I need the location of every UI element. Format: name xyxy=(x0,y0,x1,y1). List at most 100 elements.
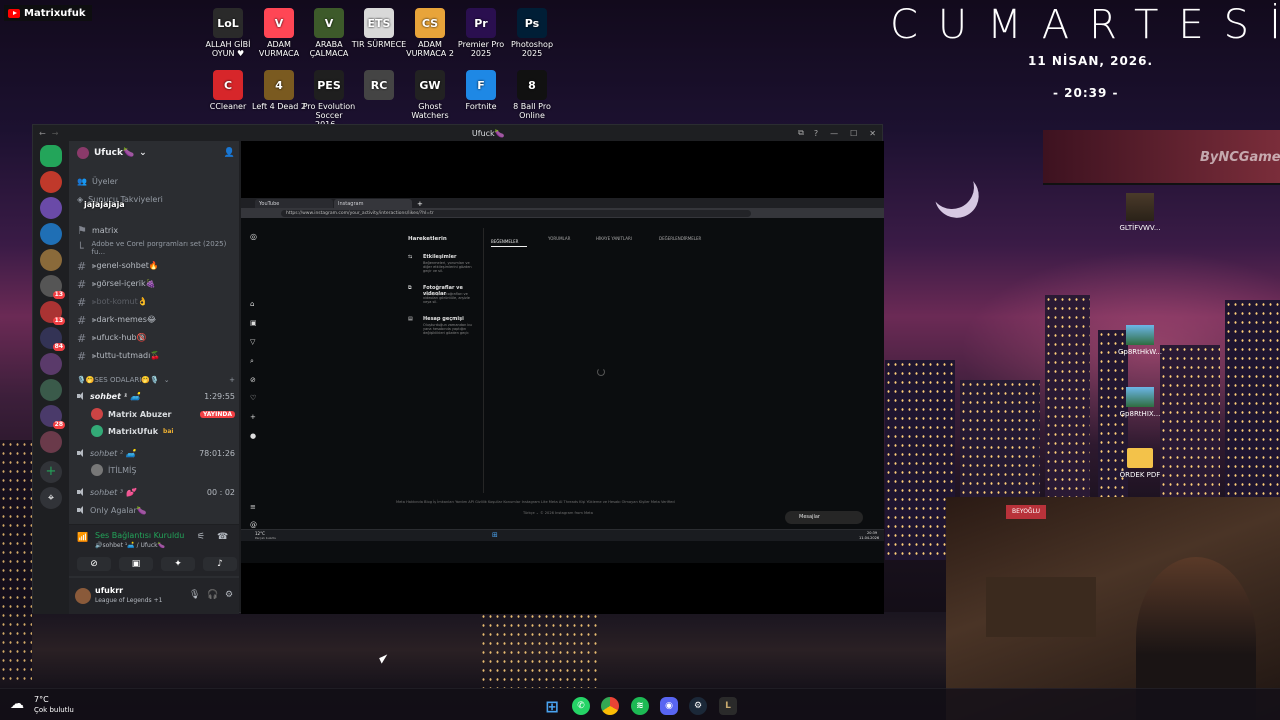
server-icon[interactable] xyxy=(40,197,62,219)
back-icon[interactable]: ← xyxy=(39,129,46,138)
channel-gorsel-icerik[interactable]: # ⫸görsel-içerik🍇 xyxy=(77,276,235,292)
whatsapp-icon[interactable]: ✆ xyxy=(572,697,590,715)
server-icon[interactable] xyxy=(40,249,62,271)
desktop-icon[interactable]: V ADAM VURMACA xyxy=(251,8,307,58)
voice-channel-only-agalar[interactable]: Only Agalar🍆 xyxy=(77,502,235,518)
server-header[interactable]: Ufuck🍆 ⌄ 👤 xyxy=(77,145,235,161)
screenshare-button[interactable]: ▣ xyxy=(119,557,153,571)
disconnect-icon[interactable]: ☎ xyxy=(217,532,228,542)
chrome-icon[interactable] xyxy=(601,697,619,715)
explore-icon[interactable]: ⌖ xyxy=(40,487,62,509)
spotify-icon[interactable]: ≋ xyxy=(631,697,649,715)
send-icon[interactable]: ▽ xyxy=(250,338,255,346)
desktop-icon[interactable]: ÖRDEK PDF xyxy=(1115,448,1165,479)
server-icon[interactable]: 13 xyxy=(40,275,65,299)
desktop-icon[interactable]: PESPro Evolution Soccer 2016... xyxy=(301,70,357,129)
activities-button[interactable]: ✦ xyxy=(161,557,195,571)
home-icon[interactable]: ⌂ xyxy=(250,300,254,308)
profile-icon[interactable]: ● xyxy=(250,432,256,440)
user-avatar[interactable] xyxy=(75,588,91,604)
inbox-icon[interactable]: ⧉ xyxy=(798,128,804,138)
desktop-icon[interactable]: Gp8RtHIX... xyxy=(1115,387,1165,418)
settings-icon[interactable]: ⚙ xyxy=(225,590,233,600)
channel-bot-komut[interactable]: # ⫸bot-komut👌 xyxy=(77,294,235,310)
threads-icon[interactable]: @ xyxy=(250,521,257,529)
noise-suppression-icon[interactable]: ⚟ xyxy=(197,532,205,542)
camera-button[interactable]: ⊘ xyxy=(77,557,111,571)
url-field[interactable]: https://www.instagram.com/your_activity/… xyxy=(281,209,751,217)
discord-home-icon[interactable] xyxy=(40,145,62,167)
desktop-icon[interactable]: RC xyxy=(351,70,407,102)
desktop-icon[interactable]: C CCleaner xyxy=(200,70,256,111)
voice-user[interactable]: MatrixUfuk bai xyxy=(91,423,235,439)
desktop-icon[interactable]: 8 8 Ball Pro Online xyxy=(504,70,560,120)
explore-icon[interactable]: ⊘ xyxy=(250,376,256,384)
desktop-icon[interactable]: Ps Photoshop 2025 xyxy=(504,8,560,58)
create-icon[interactable]: + xyxy=(250,413,256,421)
server-icon[interactable] xyxy=(40,353,62,375)
tab-youtube[interactable]: YouTube xyxy=(255,199,333,208)
voice-user[interactable]: İTİLMİŞ xyxy=(91,462,235,478)
help-icon[interactable]: ? xyxy=(814,129,818,138)
soundboard-button[interactable]: ♪ xyxy=(203,557,237,571)
voice-channel-sohbet3[interactable]: sohbet ³ 💕 00 : 02 xyxy=(77,484,235,500)
voice-user[interactable]: Matrix Abuzer YAYINDA xyxy=(91,406,235,422)
steam-icon[interactable]: ⚙ xyxy=(689,697,707,715)
members-link[interactable]: 👥 Üyeler xyxy=(77,173,235,189)
webcam-feed: BEYOĞLU xyxy=(946,497,1280,720)
add-channel-icon[interactable]: + xyxy=(229,376,235,384)
desktop-icon[interactable]: V ARABA ÇALMACA xyxy=(301,8,357,58)
desktop-icon-label: Gp8RtHkW... xyxy=(1117,348,1163,356)
heart-icon[interactable]: ♡ xyxy=(250,394,256,402)
new-tab-icon[interactable]: + xyxy=(413,200,427,208)
server-icon[interactable] xyxy=(40,223,62,245)
instagram-logo-icon[interactable]: ◎ xyxy=(250,232,257,241)
reviews-tab[interactable]: DEĞERLENDİRMELER xyxy=(659,236,701,241)
desktop-icon[interactable]: ETS TIR SÜRMECE xyxy=(351,8,407,49)
maximize-icon[interactable]: ☐ xyxy=(850,129,857,138)
microphone-icon[interactable]: 🎙 xyxy=(189,590,200,600)
close-icon[interactable]: ✕ xyxy=(869,129,876,138)
discord-icon[interactable]: ◉ xyxy=(660,697,678,715)
voice-channel-sohbet2[interactable]: sohbet ² 🛋️ 78:01:26 xyxy=(77,445,235,461)
voice-channel-sohbet1[interactable]: sohbet ¹ 🛋️ 1:29:55 xyxy=(77,388,235,404)
headphones-icon[interactable]: 🎧 xyxy=(207,590,218,600)
channel-matrix[interactable]: ⚑ matrix xyxy=(77,222,235,238)
desktop-icon[interactable]: GLTİFVWV... xyxy=(1115,193,1165,232)
server-icon[interactable]: 84 xyxy=(40,327,65,351)
messages-button[interactable]: Mesajlar xyxy=(785,511,863,524)
desktop-icon[interactable]: LoL ALLAH GİBİ OYUN ♥ xyxy=(200,8,256,58)
story-replies-tab[interactable]: HİKAYE YANITLARI xyxy=(596,236,632,241)
channel-genel-sohbet[interactable]: # ⫸genel-sohbet🔥 xyxy=(77,258,235,274)
desktop-icon[interactable]: CS ADAM VURMACA 2 xyxy=(402,8,458,58)
menu-icon[interactable]: ≡ xyxy=(250,503,256,511)
server-icon[interactable] xyxy=(40,431,62,453)
server-icon[interactable] xyxy=(40,171,62,193)
likes-tab[interactable]: BEĞENMELER xyxy=(491,236,527,247)
server-icon[interactable] xyxy=(40,379,62,401)
add-server-icon[interactable]: + xyxy=(40,461,62,483)
weather-desc[interactable]: Çok bulutlu xyxy=(34,706,74,714)
add-member-icon[interactable]: 👤 xyxy=(224,148,235,158)
category-header[interactable]: 🎙️🤭SES ODALARI🤭🎙️ ⌄ + xyxy=(77,372,235,388)
search-icon[interactable]: ⌕ xyxy=(250,357,254,366)
desktop-icon[interactable]: F Fortnite xyxy=(453,70,509,111)
comments-tab[interactable]: YORUMLAR xyxy=(548,236,570,241)
desktop-icon[interactable]: 4 Left 4 Dead 2 xyxy=(251,70,307,111)
desktop-icon[interactable]: GW Ghost Watchers xyxy=(402,70,458,120)
forward-icon[interactable]: → xyxy=(52,129,59,138)
start-icon[interactable]: ⊞ xyxy=(543,697,561,716)
desktop-icon[interactable]: Gp8RtHkW... xyxy=(1115,325,1165,356)
weather-temp[interactable]: 7°C xyxy=(34,695,49,704)
thread-adobe[interactable]: └ Adobe ve Corel porgramları set (2025) … xyxy=(77,240,235,256)
channel-tuttu-tutmadi[interactable]: # ⫸tuttu-tutmadı🍒 xyxy=(77,348,235,364)
reels-icon[interactable]: ▣ xyxy=(250,319,257,327)
channel-dark-memes[interactable]: # ⫸dark-memes😂 xyxy=(77,312,235,328)
desktop-icon[interactable]: Pr Premier Pro 2025 xyxy=(453,8,509,58)
server-icon[interactable]: 13 xyxy=(40,301,65,325)
league-icon[interactable]: L xyxy=(719,697,737,715)
channel-ufuck-hub[interactable]: # ⫸ufuck-hub🔞 xyxy=(77,330,235,346)
minimize-icon[interactable]: — xyxy=(830,129,838,138)
tab-instagram[interactable]: Instagram xyxy=(334,199,412,208)
server-icon[interactable]: 28 xyxy=(40,405,65,429)
